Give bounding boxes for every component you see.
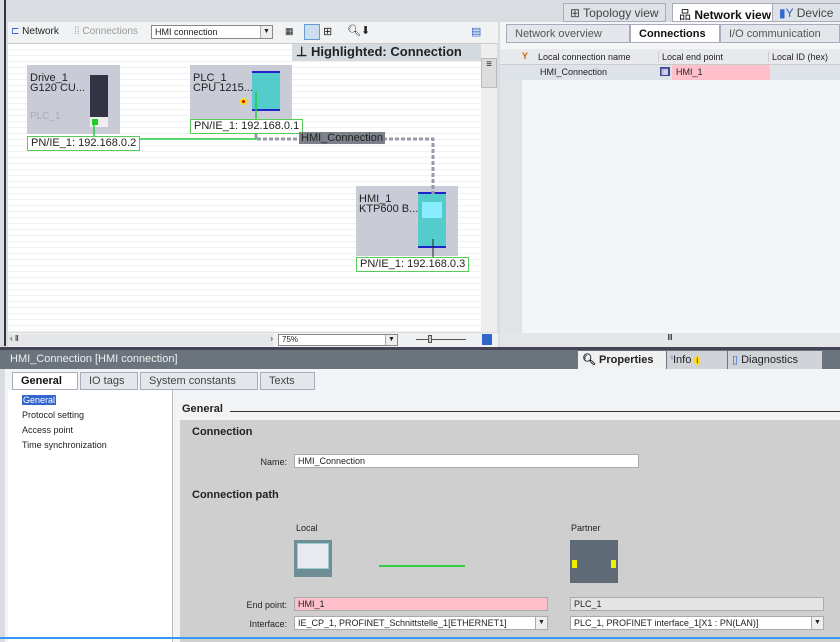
column-header[interactable]: Local end point <box>658 52 723 62</box>
grid-icon[interactable]: ⊞ <box>323 25 332 38</box>
tab-label: Diagnostics <box>741 354 798 366</box>
nav-access-point[interactable]: Access point <box>22 425 73 435</box>
tab-label: Properties <box>599 354 654 366</box>
tab-label: Topology view <box>583 6 659 20</box>
zoom-slider[interactable] <box>416 335 466 343</box>
partner-interface-select[interactable]: PLC_1, PROFINET interface_1[X1 : PN(LAN)… <box>570 616 824 630</box>
chevron-down-icon: ▼ <box>260 26 272 38</box>
tab-io-tags[interactable]: IO tags <box>80 372 138 390</box>
cell-end-point: HMI_1 <box>672 65 770 80</box>
plc-device-image <box>570 540 618 583</box>
interface-label: Interface: <box>249 619 287 629</box>
chevron-down-icon: ▼ <box>385 335 397 345</box>
select-value: PLC_1, PROFINET interface_1[X1 : PN(LAN)… <box>574 618 759 628</box>
horizontal-scrollbar[interactable]: ‹ Ⅱ › <box>8 334 273 346</box>
zoom-icon[interactable]: 🔍︎⬇ <box>347 24 370 37</box>
properties-icon[interactable]: ▤ <box>471 25 481 38</box>
row-headers <box>500 80 522 333</box>
chevron-down-icon: ▼ <box>535 617 547 629</box>
tab-diagnostics[interactable]: ▯ Diagnostics <box>728 351 822 369</box>
network-icon: ⊏ <box>11 26 23 37</box>
connections-label: Connections <box>82 26 138 37</box>
device-icon: ▮Y <box>779 6 797 20</box>
table-header: Y Local connection name Local end point … <box>500 49 840 65</box>
selection-edge <box>0 637 840 639</box>
select-value: HMI connection <box>155 27 218 37</box>
filter-icon[interactable]: Y <box>522 51 528 61</box>
diagnostics-icon: ▯ <box>732 354 742 366</box>
network-button[interactable]: ⊏ Network <box>11 26 59 37</box>
nav-general[interactable]: General <box>22 395 57 405</box>
local-interface-select[interactable]: IE_CP_1, PROFINET_Schnittstelle_1[ETHERN… <box>294 616 548 630</box>
ip-label-hmi[interactable]: PN/IE_1: 192.168.0.3 <box>356 257 470 272</box>
tab-label: Network view <box>694 8 772 22</box>
network-toolbar: ⊏ Network ⁞⁞ Connections HMI connection ▼… <box>8 22 498 44</box>
connection-type-select[interactable]: HMI connection ▼ <box>151 25 273 39</box>
ip-label-plc[interactable]: PN/IE_1: 192.168.0.1 <box>190 119 304 134</box>
chevron-down-icon: ▼ <box>811 617 823 629</box>
hmi-icon: ▦ <box>660 67 670 76</box>
connections-button[interactable]: ⁞⁞ Connections <box>74 26 138 37</box>
right-horizontal-scrollbar[interactable]: Ⅲ <box>500 333 840 347</box>
left-edge-bar <box>4 0 6 346</box>
table-row[interactable]: HMI_Connection ▦ HMI_1 <box>500 65 840 80</box>
name-input[interactable]: HMI_Connection <box>294 454 639 468</box>
cell-name: HMI_Connection <box>540 67 608 77</box>
canvas-statusbar: ‹ Ⅱ › 75% ▼ <box>8 333 498 347</box>
highlight-connection-icon[interactable] <box>304 24 320 40</box>
tab-properties[interactable]: 🔍︎ Properties <box>578 351 666 369</box>
warning-icon: i <box>694 356 701 365</box>
properties-title: HMI_Connection [HMI connection] <box>10 353 178 365</box>
tab-device-view[interactable]: ▮Y Device <box>772 3 840 22</box>
nav-protocol-setting[interactable]: Protocol setting <box>22 410 84 420</box>
vertical-scrollbar[interactable]: ≡ <box>481 44 497 332</box>
column-header[interactable]: Local connection name <box>538 52 631 62</box>
tab-system-constants[interactable]: System constants <box>140 372 258 390</box>
properties-icon: 🔍︎ <box>582 354 600 366</box>
network-icon: 品 <box>679 8 695 22</box>
tab-topology-view[interactable]: ⊞ Topology view <box>563 3 666 22</box>
topology-icon: ⊞ <box>570 6 584 20</box>
partner-label: Partner <box>571 523 601 533</box>
tab-network-overview[interactable]: Network overview <box>506 24 630 43</box>
connection-label[interactable]: HMI_Connection <box>299 132 385 144</box>
end-point-label: End point: <box>246 600 287 610</box>
path-header: Connection path <box>192 489 279 501</box>
tab-network-view[interactable]: 品 Network view <box>672 3 779 22</box>
name-label: Name: <box>260 457 287 467</box>
tab-general[interactable]: General <box>12 372 78 390</box>
zoom-select[interactable]: 75% ▼ <box>278 334 398 346</box>
section-title: General <box>182 403 223 415</box>
partner-end-point-field: PLC_1 <box>570 597 824 611</box>
network-canvas[interactable]: ⊥ Highlighted: Connection Drive_1 G120 CU… <box>8 44 481 332</box>
select-value: IE_CP_1, PROFINET_Schnittstelle_1[ETHERN… <box>298 618 507 628</box>
connection-lines <box>93 92 435 259</box>
ip-label-drive[interactable]: PN/IE_1: 192.168.0.2 <box>27 136 141 151</box>
zoom-value: 75% <box>282 335 299 344</box>
local-label: Local <box>296 523 318 533</box>
tab-connections[interactable]: Connections <box>630 24 720 43</box>
tab-info[interactable]: ⁱInfo i <box>667 351 727 369</box>
tab-texts[interactable]: Texts <box>260 372 315 390</box>
hmi-icon[interactable]: ▦ <box>285 26 294 37</box>
connection-line <box>379 565 465 567</box>
hmi-device-image <box>294 540 332 577</box>
column-header[interactable]: Local ID (hex) <box>768 52 828 62</box>
tab-io-communication[interactable]: I/O communication <box>720 24 840 43</box>
tab-label: Device <box>796 6 834 20</box>
local-end-point-field[interactable]: HMI_1 <box>294 597 548 611</box>
section-rule <box>230 411 840 412</box>
nav-time-synchronization[interactable]: Time synchronization <box>22 440 107 450</box>
connection-header: Connection <box>192 426 253 438</box>
overview-icon[interactable] <box>482 334 492 345</box>
network-label: Network <box>22 26 59 37</box>
tab-label: Info <box>672 354 692 366</box>
